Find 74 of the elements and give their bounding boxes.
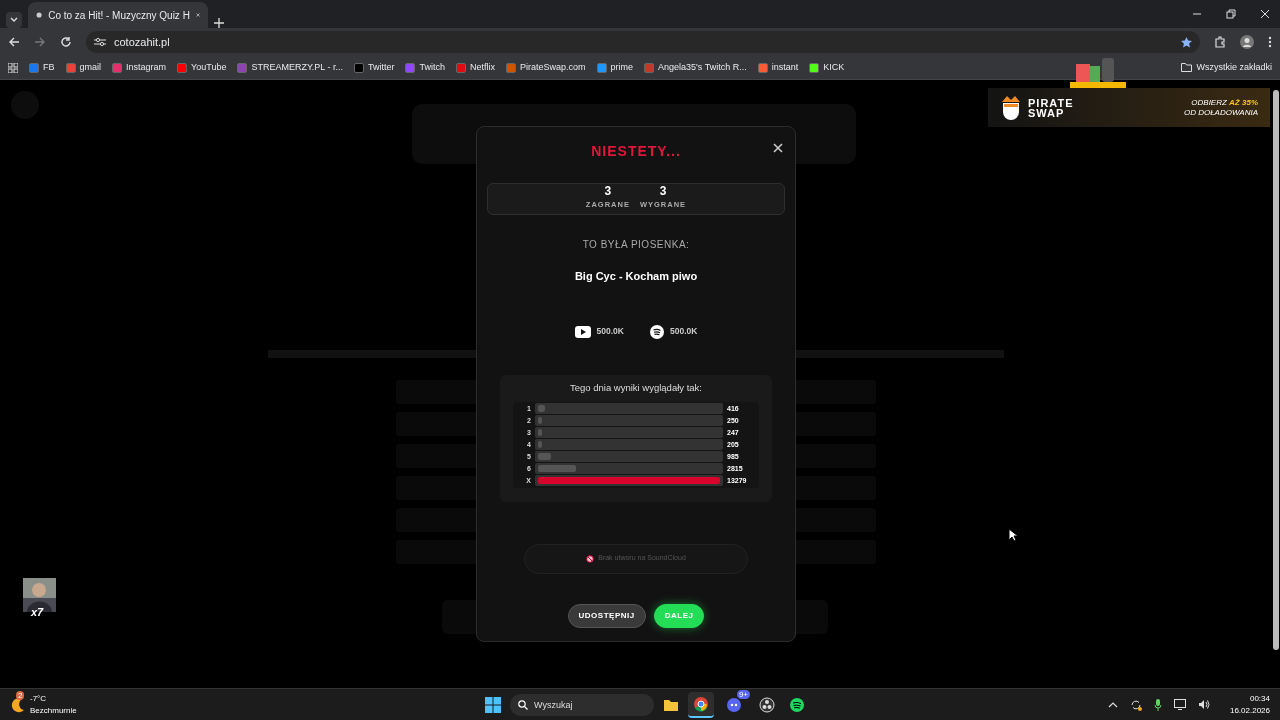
bookmark[interactable]: Twitter	[353, 60, 395, 75]
play-icon	[574, 325, 591, 338]
all-bookmarks-link[interactable]: Wszystkie zakładki	[1181, 60, 1272, 75]
share-button[interactable]: UDOSTĘPNIJ	[567, 603, 646, 628]
dialog-title: NIESTETY...	[591, 142, 681, 161]
folder-icon	[1181, 63, 1193, 72]
close-icon[interactable]	[1260, 9, 1270, 19]
search-field[interactable]: Wyszukaj	[510, 693, 654, 716]
weather-text: Bezchmurnie	[30, 704, 77, 717]
clock-time: 00:34	[1248, 692, 1270, 705]
profile-avatar[interactable]	[1240, 35, 1254, 49]
tab-title: Co to za Hit! - Muzyczny Quiz H	[48, 8, 190, 23]
apps-icon[interactable]	[8, 62, 18, 73]
address-bar[interactable]: cotozahit.pl	[86, 31, 1200, 53]
bookmark[interactable]: instant	[757, 60, 799, 75]
bookmark[interactable]: gmail	[65, 60, 102, 75]
browser-tab[interactable]: Co to za Hit! - Muzyczny Quiz H	[28, 2, 208, 28]
dropdown-icon[interactable]	[6, 12, 22, 28]
brand-text: SWAP	[1028, 107, 1065, 118]
new-tab-icon[interactable]	[214, 18, 224, 28]
bookmark[interactable]: STREAMERZY.PL - r...	[237, 60, 343, 75]
url-text: cotozahit.pl	[114, 34, 170, 50]
taskbar-app[interactable]	[688, 691, 714, 718]
network-icon[interactable]	[1173, 699, 1186, 710]
bookmark[interactable]: PirateSwap.com	[506, 60, 586, 75]
search-icon	[518, 699, 528, 710]
pirate-icon	[1000, 93, 1022, 122]
song-title: Big Cyc - Kocham piwo	[574, 269, 698, 284]
play-count: 500.0K	[596, 325, 624, 338]
taskbar-app[interactable]: 9+	[718, 689, 750, 720]
bookmark[interactable]: YouTube	[177, 60, 227, 75]
close-icon	[773, 143, 783, 154]
microphone-icon[interactable]	[1153, 698, 1162, 711]
bookmark[interactable]: Angela35's Twitch R...	[644, 60, 747, 75]
results-title: Tego dnia wyniki wyglądały tak:	[570, 380, 702, 395]
restore-icon[interactable]	[1226, 9, 1236, 19]
ad-banner[interactable]: PIRATE SWAP ODBIERZ AŻ 35% OD DOŁADOWANIA	[988, 88, 1270, 127]
counter-text: x7	[31, 605, 44, 620]
bookmark[interactable]: Twitch	[405, 60, 445, 75]
reload-icon[interactable]	[60, 36, 72, 48]
menu-icon[interactable]	[1268, 36, 1272, 48]
sync-icon[interactable]	[1129, 698, 1142, 711]
play-count: 500.0K	[670, 325, 698, 338]
recorder-icon	[759, 696, 775, 713]
site-settings-icon[interactable]	[94, 37, 106, 47]
bookmark[interactable]: FB	[29, 60, 55, 75]
song-caption: TO BYŁA PIOSENKA:	[582, 238, 690, 252]
blocked-icon	[586, 554, 595, 563]
browser-icon	[693, 695, 709, 712]
bookmark[interactable]: Netflix	[456, 60, 495, 75]
stat-value: 3	[604, 184, 612, 199]
star-icon[interactable]	[1181, 36, 1192, 48]
bookmark[interactable]: Instagram	[112, 60, 167, 75]
notification-badge: 9+	[736, 689, 750, 699]
spotify-icon	[650, 324, 664, 339]
bookmark[interactable]: prime	[596, 60, 634, 75]
cursor-icon	[1008, 528, 1018, 542]
moon-icon	[10, 696, 26, 713]
chat-app-icon	[726, 696, 742, 713]
windows-icon	[485, 696, 501, 713]
chevron-up-icon[interactable]	[1107, 700, 1118, 709]
forward-icon[interactable]	[34, 36, 46, 48]
clock-date: 16.02.2026	[1229, 704, 1270, 717]
speaker-icon[interactable]	[1197, 699, 1210, 710]
back-icon[interactable]	[8, 36, 20, 48]
offer-text: ODBIERZ AŻ 35%	[1190, 97, 1258, 108]
brand-text: PIRATE	[1028, 97, 1074, 108]
stat-value: 3	[659, 184, 667, 199]
notification-badge: 2	[16, 690, 25, 700]
offer-text: OD DOŁADOWANIA	[1183, 107, 1258, 118]
spotify-icon	[789, 696, 805, 713]
bookmark[interactable]: KICK	[809, 60, 845, 75]
temperature-text: -7°C	[30, 692, 48, 705]
extensions-icon[interactable]	[1214, 36, 1226, 48]
